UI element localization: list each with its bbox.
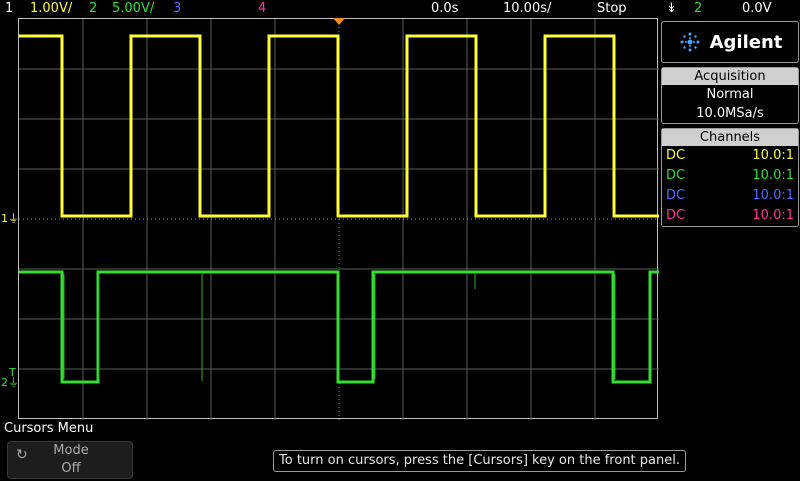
acquisition-title: Acquisition [662, 68, 798, 85]
ch1-coupling: DC [666, 148, 686, 163]
ch1-trace [19, 34, 659, 218]
softkey-value: Off [61, 461, 81, 476]
time-scale[interactable]: 10.00s/ [503, 0, 551, 18]
ch3-number[interactable]: 3 [173, 0, 181, 18]
ch2-marker-label: 2 [1, 376, 8, 389]
run-state: Stop [597, 1, 627, 16]
ch1-number[interactable]: 1 [5, 0, 13, 18]
channel-row-1: DC 10.0:1 [662, 146, 798, 166]
trigger-level[interactable]: 0.0V [742, 0, 772, 18]
ch2-probe: 10.0:1 [752, 168, 794, 183]
channels-panel[interactable]: Channels DC 10.0:1 DC 10.0:1 DC 10.0:1 D… [661, 128, 799, 227]
channels-title: Channels [662, 129, 798, 146]
ch1-marker-label: 1 [1, 212, 8, 225]
sample-rate: 10.0MSa/s [696, 106, 764, 121]
trigger-slope-icon: ↡ [666, 1, 677, 16]
ch1-ground-marker[interactable]: 1⏚ [1, 213, 19, 225]
ch4-probe: 10.0:1 [752, 208, 794, 223]
acquisition-mode: Normal [706, 87, 754, 102]
brand-logo: Agilent [709, 31, 783, 53]
channel-row-2: DC 10.0:1 [662, 166, 798, 186]
trigger-position-icon [333, 18, 345, 25]
ch1-probe: 10.0:1 [752, 148, 794, 163]
ch4-number[interactable]: 4 [258, 0, 266, 18]
time-offset[interactable]: 0.0s [431, 0, 458, 18]
softkey-label: Mode [53, 443, 89, 458]
trigger-source[interactable]: 2 [694, 0, 702, 18]
waveform-display[interactable] [18, 18, 659, 420]
help-message: To turn on cursors, press the [Cursors] … [273, 450, 686, 472]
ch2-coupling: DC [666, 168, 686, 183]
agilent-spark-icon [680, 32, 700, 52]
menu-title: Cursors Menu [4, 421, 94, 436]
mode-softkey[interactable]: ↻ Mode Off [7, 441, 133, 479]
ch1-scale[interactable]: 1.00V/ [30, 0, 72, 18]
status-bar: 1 1.00V/ 2 5.00V/ 3 4 0.0s 10.00s/ Stop … [0, 0, 800, 18]
channel-row-4: DC 10.0:1 [662, 206, 798, 226]
ch2-ground-marker[interactable]: 2⏚ [1, 377, 19, 389]
acquisition-panel[interactable]: Acquisition Normal 10.0MSa/s [661, 67, 799, 124]
ch2-trace [19, 270, 659, 384]
ch3-probe: 10.0:1 [752, 188, 794, 203]
ch3-coupling: DC [666, 188, 686, 203]
channel-row-3: DC 10.0:1 [662, 186, 798, 206]
ch4-coupling: DC [666, 208, 686, 223]
ch2-scale[interactable]: 5.00V/ [112, 0, 154, 18]
ch2-number[interactable]: 2 [89, 0, 97, 18]
graticule [19, 19, 659, 420]
logo-panel: Agilent [661, 21, 799, 63]
side-panel: Agilent Acquisition Normal 10.0MSa/s Cha… [661, 21, 799, 231]
